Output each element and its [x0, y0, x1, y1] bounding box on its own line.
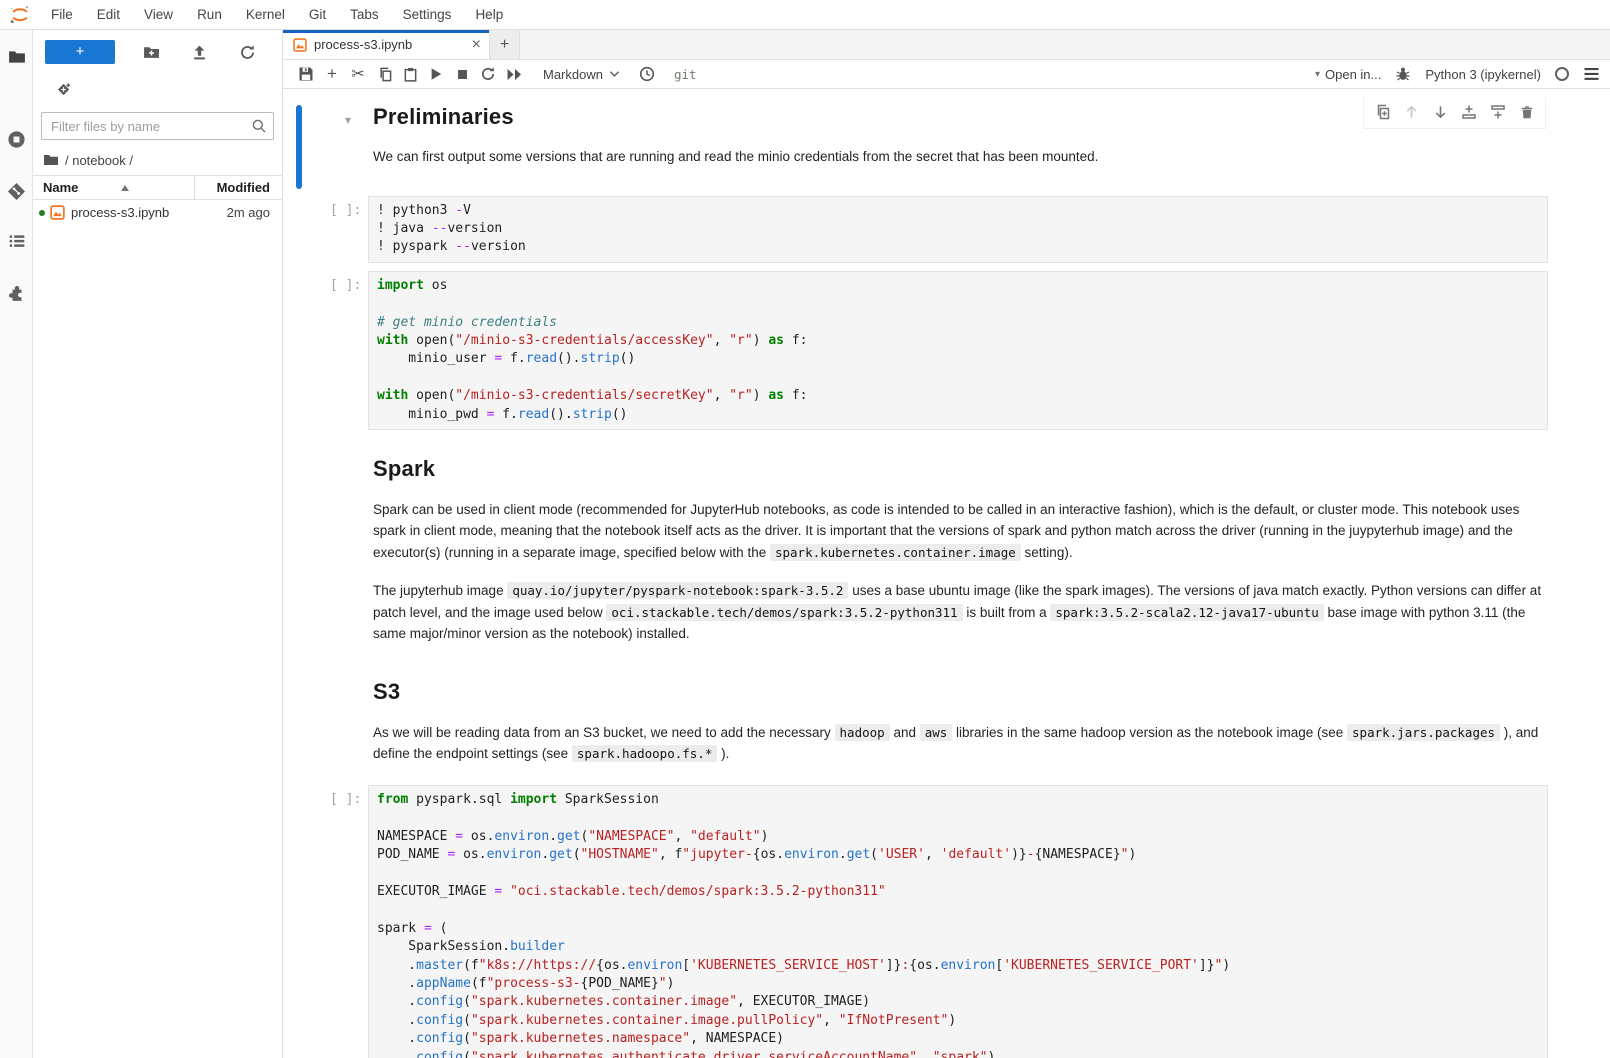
section-heading: Spark [373, 456, 1548, 482]
markdown-cell-s3[interactable]: S3 As we will be reading data from an S3… [373, 679, 1548, 765]
notebook-file-icon [50, 205, 65, 220]
breadcrumb-path: / notebook / [65, 153, 133, 168]
markdown-cell-spark[interactable]: Spark Spark can be used in client mode (… [373, 456, 1548, 645]
notebook-toolbar: + ✂ Markdown [283, 60, 1610, 89]
file-modified-label: 2m ago [202, 205, 282, 220]
tab-bar: process-s3.ipynb × + [283, 30, 1610, 60]
duplicate-cell-icon[interactable] [1372, 102, 1392, 122]
new-tab-button[interactable]: + [490, 30, 520, 59]
running-kernels-icon[interactable] [0, 120, 33, 158]
file-list-header: Name Modified [33, 175, 282, 200]
markdown-paragraph: As we will be reading data from an S3 bu… [373, 722, 1548, 765]
chevron-down-icon [609, 70, 620, 78]
file-name-label: process-s3.ipynb [71, 205, 169, 220]
open-in-dropdown[interactable]: ▾ Open in... [1315, 67, 1381, 82]
restart-kernel-icon[interactable] [475, 62, 501, 86]
markdown-paragraph: We can first output some versions that a… [373, 146, 1548, 168]
tab-process-s3[interactable]: process-s3.ipynb × [283, 30, 490, 59]
activity-bar [0, 30, 33, 1058]
main-area: process-s3.ipynb × + + ✂ [283, 30, 1610, 1058]
toolbar-right: ▾ Open in... Python 3 (ipykernel) [1315, 66, 1600, 82]
menu-item-settings[interactable]: Settings [391, 0, 464, 29]
insert-cell-above-icon[interactable] [1459, 102, 1479, 122]
jupyter-logo-icon [9, 5, 31, 25]
menu-item-run[interactable]: Run [185, 0, 234, 29]
menu-bar: FileEditViewRunKernelGitTabsSettingsHelp [0, 0, 1610, 30]
notebook-file-icon [293, 38, 307, 52]
code-cell-spark-session: [ ]: from pyspark.sql import SparkSessio… [283, 785, 1610, 1058]
interrupt-kernel-icon[interactable] [449, 62, 475, 86]
insert-cell-icon[interactable]: + [319, 62, 345, 86]
extension-manager-icon[interactable] [0, 274, 33, 312]
restart-run-all-icon[interactable] [501, 62, 527, 86]
tab-label: process-s3.ipynb [314, 37, 412, 52]
copy-cells-icon[interactable] [371, 62, 397, 86]
menu-item-git[interactable]: Git [297, 0, 338, 29]
caret-down-icon: ▾ [1315, 69, 1320, 80]
cell-type-dropdown[interactable]: Markdown [543, 67, 620, 82]
file-browser-panel: + / notebook / [33, 30, 283, 1058]
upload-icon[interactable] [187, 40, 211, 64]
menu-item-edit[interactable]: Edit [85, 0, 132, 29]
save-icon[interactable] [293, 62, 319, 86]
menu-item-help[interactable]: Help [463, 0, 515, 29]
new-launcher-button[interactable]: + [45, 40, 115, 64]
markdown-paragraph: Spark can be used in client mode (recomm… [373, 499, 1548, 564]
input-prompt: [ ]: [330, 203, 361, 218]
column-header-modified[interactable]: Modified [194, 176, 282, 200]
move-cell-down-icon[interactable] [1430, 102, 1450, 122]
run-cell-icon[interactable] [423, 62, 449, 86]
cell-toolbar [1363, 97, 1546, 129]
close-tab-icon[interactable]: × [472, 38, 481, 52]
breadcrumb[interactable]: / notebook / [33, 146, 282, 175]
cut-cells-icon[interactable]: ✂ [345, 62, 371, 86]
active-cell-indicator[interactable] [296, 105, 302, 189]
menu-item-file[interactable]: File [39, 0, 85, 29]
refresh-icon[interactable] [235, 40, 259, 64]
code-editor[interactable]: import os # get minio credentialswith op… [368, 271, 1548, 430]
git-status-label: git [674, 67, 697, 82]
git-clone-row [33, 74, 282, 104]
menu-item-tabs[interactable]: Tabs [338, 0, 391, 29]
notebook-menu-icon[interactable] [1583, 67, 1600, 81]
column-header-name[interactable]: Name [33, 180, 194, 195]
unsaved-changes-dot-icon [39, 210, 45, 216]
jupyterlab-app: FileEditViewRunKernelGitTabsSettingsHelp… [0, 0, 1610, 1058]
search-icon [251, 118, 267, 134]
kernel-status-icon [1555, 67, 1569, 81]
insert-cell-below-icon[interactable] [1488, 102, 1508, 122]
paste-cells-icon[interactable] [397, 62, 423, 86]
debugger-bug-icon[interactable] [1395, 66, 1411, 82]
table-of-contents-icon[interactable] [0, 222, 33, 260]
code-cell-versions: [ ]: ! python3 -V! java --version! pyspa… [283, 196, 1610, 263]
file-browser-toolbar: + [33, 30, 282, 74]
heading-collapser-icon[interactable]: ▾ [345, 113, 351, 127]
file-browser-tab-icon[interactable] [0, 38, 33, 76]
file-row[interactable]: process-s3.ipynb 2m ago [33, 200, 282, 225]
new-folder-icon[interactable] [139, 40, 163, 64]
delete-cell-icon[interactable] [1517, 102, 1537, 122]
input-prompt: [ ]: [330, 792, 361, 807]
sort-ascending-icon [120, 184, 130, 192]
execution-time-icon[interactable] [634, 62, 660, 86]
filter-files-input[interactable] [41, 112, 274, 140]
menu-bar-items: FileEditViewRunKernelGitTabsSettingsHelp [39, 0, 515, 29]
home-folder-icon [43, 152, 59, 168]
git-panel-icon[interactable] [0, 172, 33, 210]
section-heading: S3 [373, 679, 1548, 705]
input-prompt: [ ]: [330, 278, 361, 293]
move-cell-up-icon[interactable] [1401, 102, 1421, 122]
notebook-content: ▾ Preliminaries We can first output some… [283, 89, 1610, 1058]
git-clone-icon[interactable] [57, 82, 72, 97]
code-editor[interactable]: from pyspark.sql import SparkSession NAM… [368, 785, 1548, 1058]
kernel-name-label[interactable]: Python 3 (ipykernel) [1425, 67, 1541, 82]
filter-files [41, 112, 274, 140]
code-cell-credentials: [ ]: import os # get minio credentialswi… [283, 271, 1610, 430]
markdown-cell-preliminaries[interactable]: ▾ Preliminaries We can first output some… [283, 89, 1610, 188]
menu-item-kernel[interactable]: Kernel [234, 0, 297, 29]
code-editor[interactable]: ! python3 -V! java --version! pyspark --… [368, 196, 1548, 263]
markdown-paragraph: The jupyterhub image quay.io/jupyter/pys… [373, 580, 1548, 645]
menu-item-view[interactable]: View [132, 0, 185, 29]
